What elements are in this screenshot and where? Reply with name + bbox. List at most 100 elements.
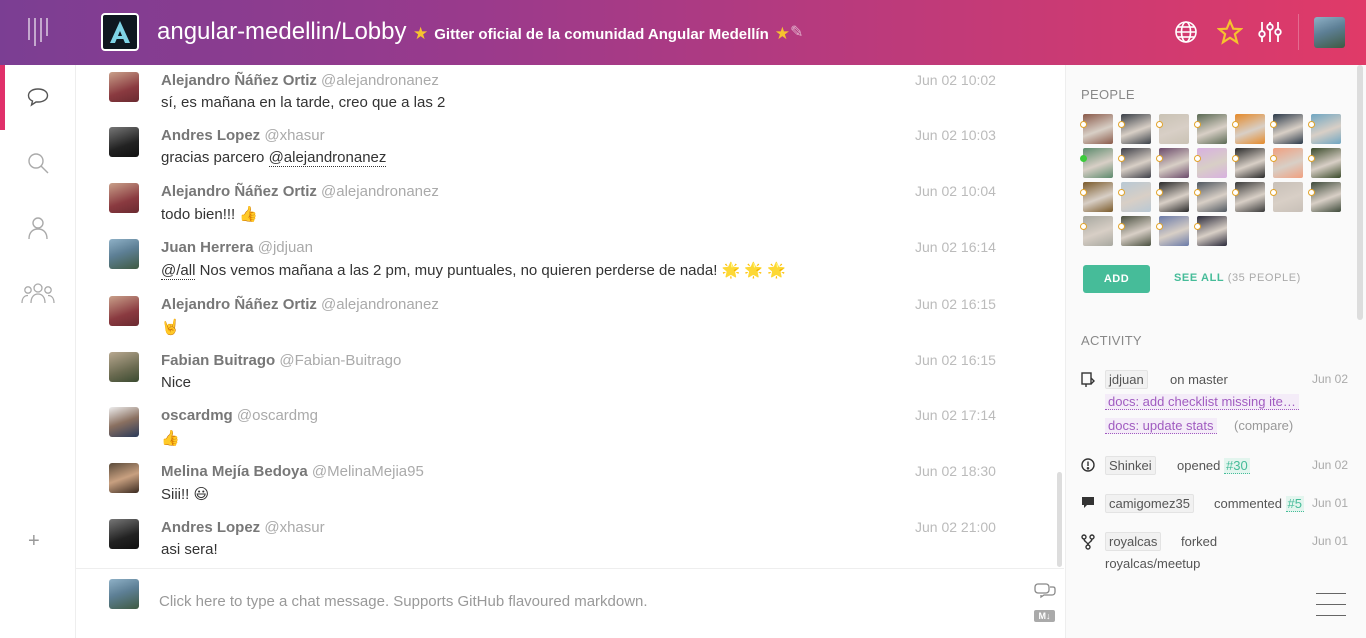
add-people-button[interactable]: ADD [1083,265,1150,293]
people-avatar[interactable] [1308,148,1341,178]
message-time[interactable]: Jun 02 21:00 [915,519,996,535]
issue-link[interactable]: #30 [1224,458,1250,474]
message-time[interactable]: Jun 02 17:14 [915,407,996,423]
people-avatar[interactable] [1194,114,1227,144]
message-handle[interactable]: @alejandronanez [321,183,439,200]
message-handle[interactable]: @xhasur [264,127,324,144]
people-avatar[interactable] [1118,114,1151,144]
people-avatar[interactable] [1270,114,1303,144]
commit-link[interactable]: docs: add checklist missing ite… [1105,394,1299,410]
message-handle[interactable]: @MelinaMejia95 [312,463,424,480]
people-avatar[interactable] [1156,182,1189,212]
right-panel-scrollbar[interactable] [1357,65,1363,320]
repo-name[interactable]: royalcas/meetup [1105,556,1200,571]
settings-sliders-icon[interactable] [1256,18,1284,46]
edit-topic-icon[interactable]: ✎ [790,22,803,42]
avatar[interactable] [109,72,139,102]
activity-user[interactable]: Shinkei [1105,456,1156,475]
issue-opened-icon [1081,458,1095,472]
message-handle[interactable]: @oscardmg [237,407,318,424]
markdown-help-icon[interactable]: M↓ [1034,610,1055,622]
user-mention[interactable]: @alejandronanez [268,149,387,167]
compose-mode-icon[interactable] [1034,583,1056,599]
hamburger-menu-icon[interactable] [1316,593,1346,617]
avatar[interactable] [109,463,139,493]
avatar[interactable] [109,127,139,157]
message-time[interactable]: Jun 02 16:14 [915,239,996,255]
chat-icon[interactable] [18,77,58,117]
current-user-avatar[interactable] [1314,17,1345,48]
group-icon[interactable] [18,273,58,313]
avatar[interactable] [109,296,139,326]
presence-dot [1232,121,1239,128]
people-avatar[interactable] [1194,216,1227,246]
activity-user[interactable]: royalcas [1105,532,1162,551]
people-avatar[interactable] [1080,114,1113,144]
avatar[interactable] [109,352,139,382]
message-handle[interactable]: @Fabian-Buitrago [279,352,401,369]
avatar[interactable] [109,407,139,437]
issue-link[interactable]: #5 [1285,496,1305,512]
search-icon[interactable] [18,143,58,183]
people-avatar[interactable] [1118,148,1151,178]
chat-message-input[interactable] [159,579,1014,624]
chat-scrollbar[interactable] [1057,472,1062,567]
avatar[interactable] [109,239,139,269]
room-topic-text: Gitter oficial de la comunidad Angular M… [434,25,769,43]
people-avatar[interactable] [1308,114,1341,144]
people-avatar[interactable] [1118,216,1151,246]
message-author[interactable]: Alejandro Ñáñez Ortiz [161,296,317,313]
message-time[interactable]: Jun 02 10:03 [915,127,996,143]
presence-dot [1194,121,1201,128]
presence-dot [1270,155,1277,162]
message-time[interactable]: Jun 02 10:04 [915,183,996,199]
message-author[interactable]: oscardmg [161,407,233,424]
people-avatar[interactable] [1270,182,1303,212]
people-avatar[interactable] [1080,182,1113,212]
message-author[interactable]: Fabian Buitrago [161,352,275,369]
message-time[interactable]: Jun 02 18:30 [915,463,996,479]
message-author[interactable]: Juan Herrera [161,239,254,256]
avatar[interactable] [109,183,139,213]
compare-link[interactable]: (compare) [1234,418,1293,433]
people-avatar[interactable] [1118,182,1151,212]
people-avatar[interactable] [1156,148,1189,178]
person-icon[interactable] [18,208,58,248]
message-time[interactable]: Jun 02 16:15 [915,296,996,312]
people-avatar[interactable] [1232,114,1265,144]
activity-user[interactable]: camigomez35 [1105,494,1194,513]
globe-icon[interactable] [1172,18,1200,46]
message-time[interactable]: Jun 02 16:15 [915,352,996,368]
presence-dot [1194,155,1201,162]
people-avatar[interactable] [1270,148,1303,178]
room-avatar[interactable] [101,13,139,51]
group-mention[interactable]: @/all [161,262,196,280]
people-avatar[interactable] [1232,182,1265,212]
favourite-star-icon[interactable] [1216,18,1244,46]
people-avatar[interactable] [1194,148,1227,178]
message-author[interactable]: Alejandro Ñáñez Ortiz [161,72,317,89]
people-avatar[interactable] [1080,216,1113,246]
see-all-people-link[interactable]: SEE ALL (35 PEOPLE) [1174,272,1301,284]
message-handle[interactable]: @jdjuan [258,239,313,256]
people-avatar[interactable] [1232,148,1265,178]
people-avatar[interactable] [1080,148,1113,178]
message-time[interactable]: Jun 02 10:02 [915,72,996,88]
avatar[interactable] [109,519,139,549]
activity-user[interactable]: jdjuan [1105,370,1148,389]
message-handle[interactable]: @xhasur [264,519,324,536]
people-avatar[interactable] [1308,182,1341,212]
people-avatar[interactable] [1156,114,1189,144]
message-author[interactable]: Andres Lopez [161,519,260,536]
message-handle[interactable]: @alejandronanez [321,72,439,89]
message-author[interactable]: Alejandro Ñáñez Ortiz [161,183,317,200]
message-author[interactable]: Melina Mejía Bedoya [161,463,308,480]
people-avatar[interactable] [1156,216,1189,246]
presence-dot [1080,155,1087,162]
commit-link[interactable]: docs: update stats [1105,418,1217,434]
message-author[interactable]: Andres Lopez [161,127,260,144]
menu-toggle-icon[interactable] [28,18,48,46]
people-avatar[interactable] [1194,182,1227,212]
message-handle[interactable]: @alejandronanez [321,296,439,313]
add-room-button[interactable]: + [28,530,40,553]
